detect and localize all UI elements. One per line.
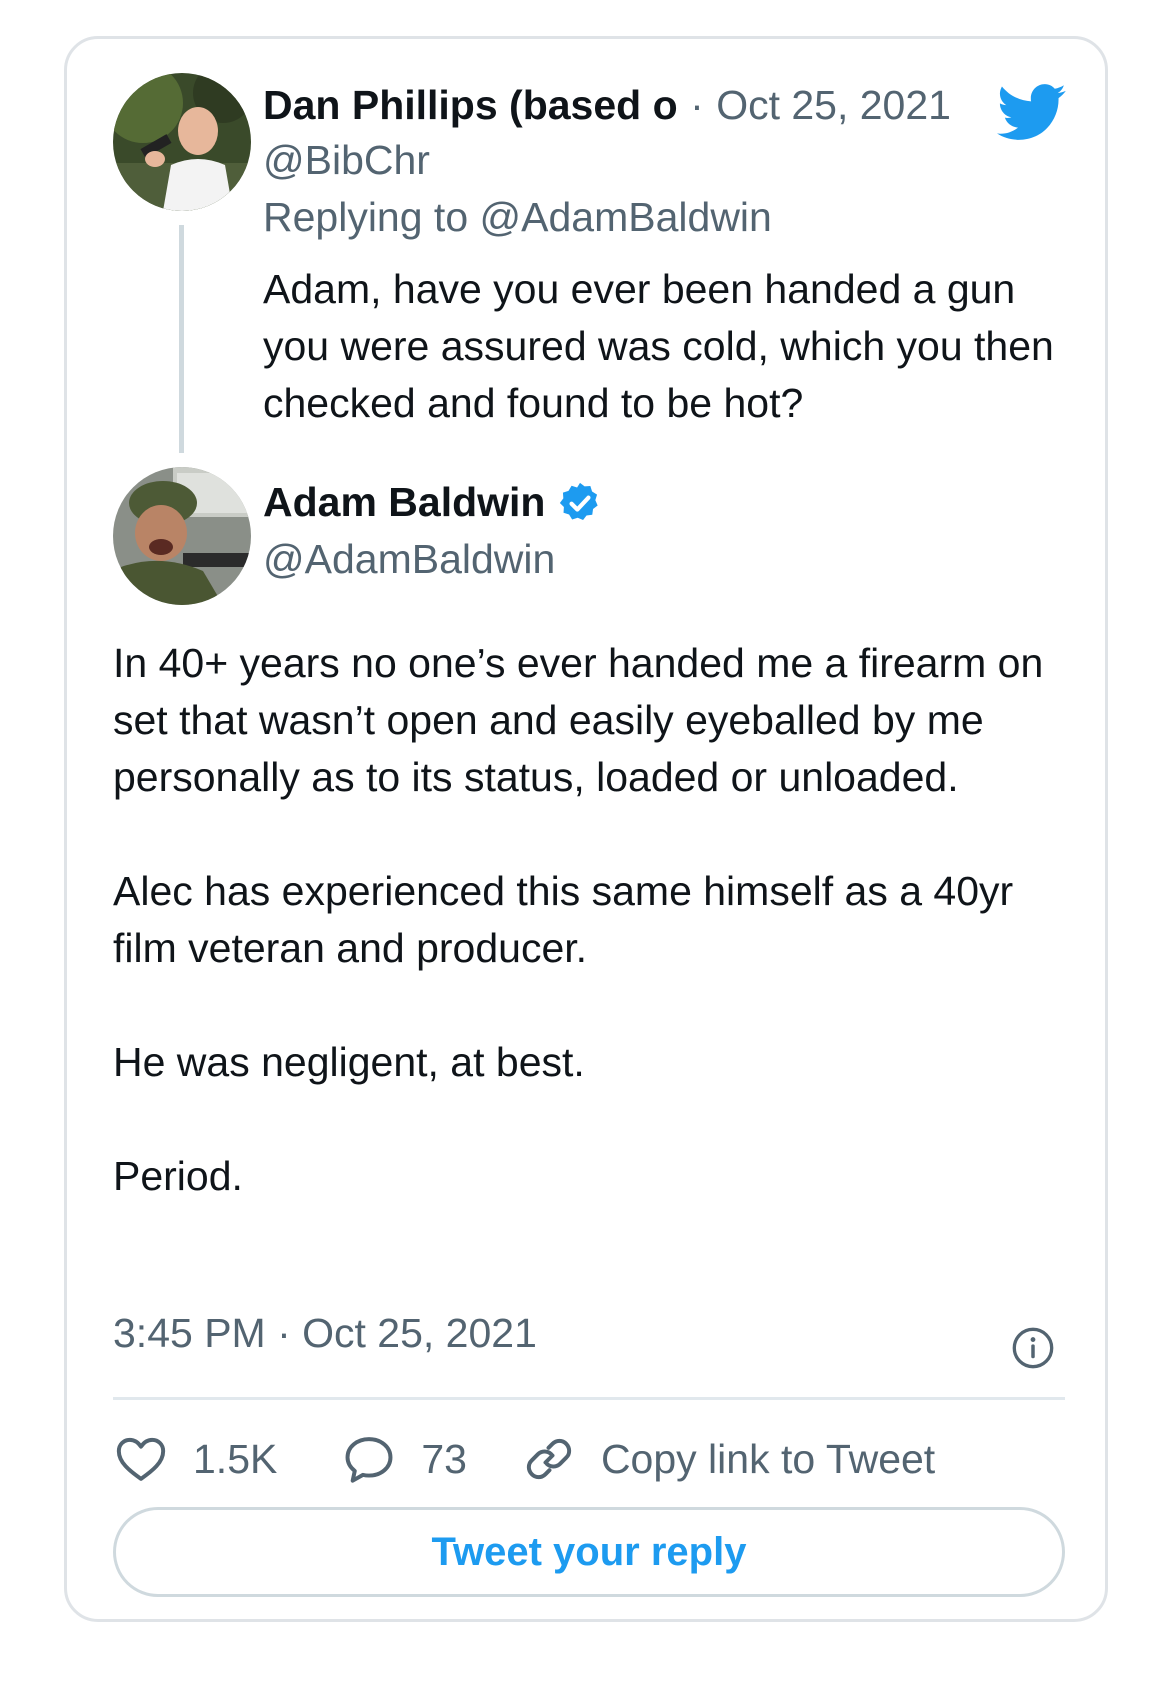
info-icon[interactable] xyxy=(1011,1326,1055,1370)
reply-count: 73 xyxy=(421,1435,467,1482)
avatar-dan-phillips[interactable] xyxy=(113,73,251,211)
copy-link-button[interactable]: Copy link to Tweet xyxy=(521,1431,935,1487)
main-tweet-header: Adam Baldwin xyxy=(263,479,603,526)
tweet-paragraph: Period. xyxy=(113,1153,243,1199)
parent-handle[interactable]: @BibChr xyxy=(263,137,430,184)
tweet-embed-card: Dan Phillips (based o · Oct 25, 2021 @Bi… xyxy=(64,36,1108,1622)
divider xyxy=(113,1397,1065,1400)
tweet-actions: 1.5K 73 Copy link to Tweet xyxy=(113,1424,935,1494)
replying-prefix: Replying to xyxy=(263,194,469,240)
parent-tweet-date[interactable]: Oct 25, 2021 xyxy=(716,82,951,128)
link-icon xyxy=(526,1438,572,1480)
speech-bubble-icon xyxy=(345,1437,393,1483)
like-count: 1.5K xyxy=(193,1435,278,1482)
main-display-name[interactable]: Adam Baldwin xyxy=(263,479,545,526)
twitter-bird-icon[interactable] xyxy=(997,83,1067,143)
parent-display-name[interactable]: Dan Phillips (based o xyxy=(263,82,678,128)
parent-tweet-header: Dan Phillips (based o · Oct 25, 2021 xyxy=(263,82,951,129)
like-button[interactable]: 1.5K xyxy=(113,1431,277,1487)
heart-icon xyxy=(116,1437,166,1481)
replying-to-handle[interactable]: @AdamBaldwin xyxy=(480,194,772,240)
tweet-paragraph: In 40+ years no one’s ever handed me a f… xyxy=(113,640,1044,800)
main-handle[interactable]: @AdamBaldwin xyxy=(263,536,555,583)
reply-button[interactable]: 73 xyxy=(341,1431,467,1487)
main-tweet-text: In 40+ years no one’s ever handed me a f… xyxy=(113,635,1053,1262)
tweet-timestamp[interactable]: 3:45 PM · Oct 25, 2021 xyxy=(113,1310,537,1357)
separator-dot: · xyxy=(690,82,704,128)
verified-badge-icon xyxy=(560,482,599,520)
parent-tweet-text: Adam, have you ever been handed a gun yo… xyxy=(263,266,1054,426)
copy-link-label: Copy link to Tweet xyxy=(600,1435,936,1482)
thread-connector-line xyxy=(179,225,184,453)
tweet-paragraph: He was negligent, at best. xyxy=(113,1039,585,1085)
avatar-adam-baldwin[interactable] xyxy=(113,467,251,605)
replying-to-line: Replying to @AdamBaldwin xyxy=(263,194,772,241)
tweet-paragraph: Alec has experienced this same himself a… xyxy=(113,868,1014,971)
tweet-your-reply-button[interactable]: Tweet your reply xyxy=(113,1507,1065,1597)
